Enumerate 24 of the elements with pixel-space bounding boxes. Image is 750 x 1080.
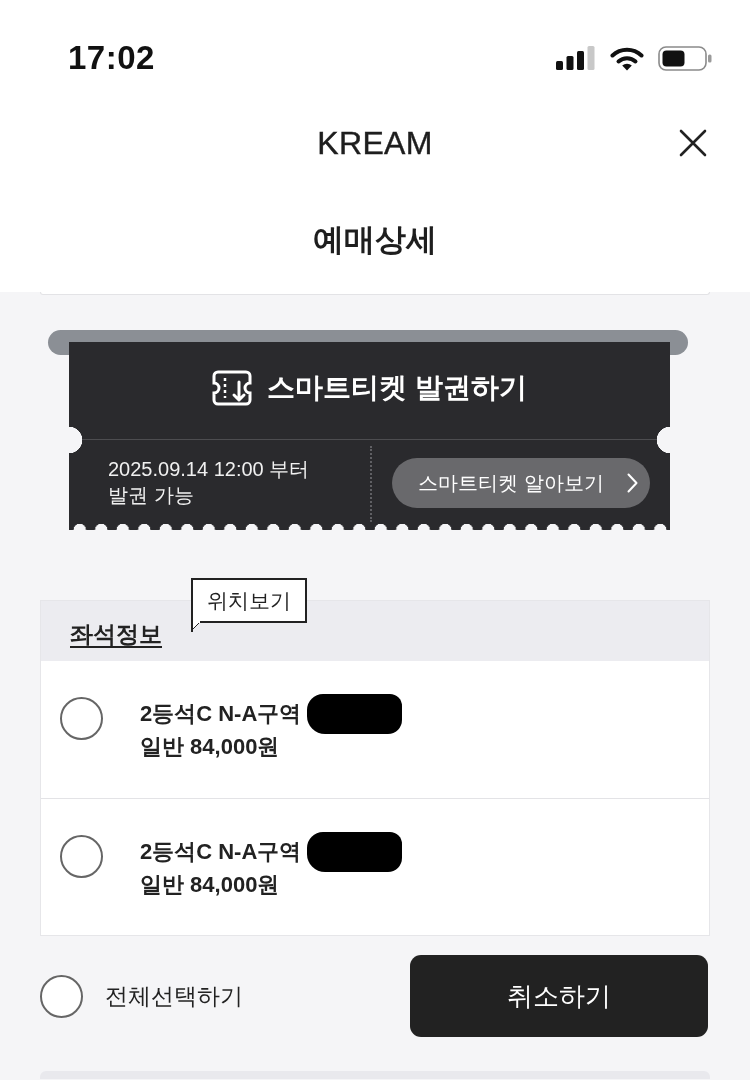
seat-price: 일반 84,000원 [140, 733, 281, 761]
smart-ticket-info-button[interactable]: 스마트티켓 알아보기 [392, 458, 650, 508]
seat-info-link[interactable]: 좌석정보 [70, 618, 162, 650]
ticket-download-icon [212, 370, 253, 406]
radio-button[interactable] [60, 697, 103, 740]
close-icon [679, 129, 707, 157]
signal-icon [556, 46, 596, 70]
wifi-icon [610, 45, 644, 71]
cancel-button[interactable]: 취소하기 [410, 955, 708, 1037]
battery-icon [658, 45, 712, 71]
ticket-title: 스마트티켓 발권하기 [267, 371, 527, 405]
select-all-label[interactable]: 전체선택하기 [105, 980, 243, 1012]
status-time: 17:02 [68, 39, 155, 77]
seat-name: 2등석C N-A구역 [140, 700, 302, 728]
page-title: 예매상세 [313, 221, 437, 259]
chevron-right-icon [627, 473, 638, 493]
radio-button[interactable] [40, 974, 83, 1018]
brand-title: KREAM [317, 124, 433, 162]
radio-button[interactable] [60, 835, 103, 878]
issue-date-note: 2025.09.14 12:00 부터 발권 가능 [108, 457, 310, 508]
close-button[interactable] [679, 129, 707, 157]
seat-price: 일반 84,000원 [140, 871, 281, 899]
seat-name: 2등석C N-A구역 [140, 838, 302, 866]
location-tooltip[interactable]: 위치보기 [191, 578, 307, 632]
